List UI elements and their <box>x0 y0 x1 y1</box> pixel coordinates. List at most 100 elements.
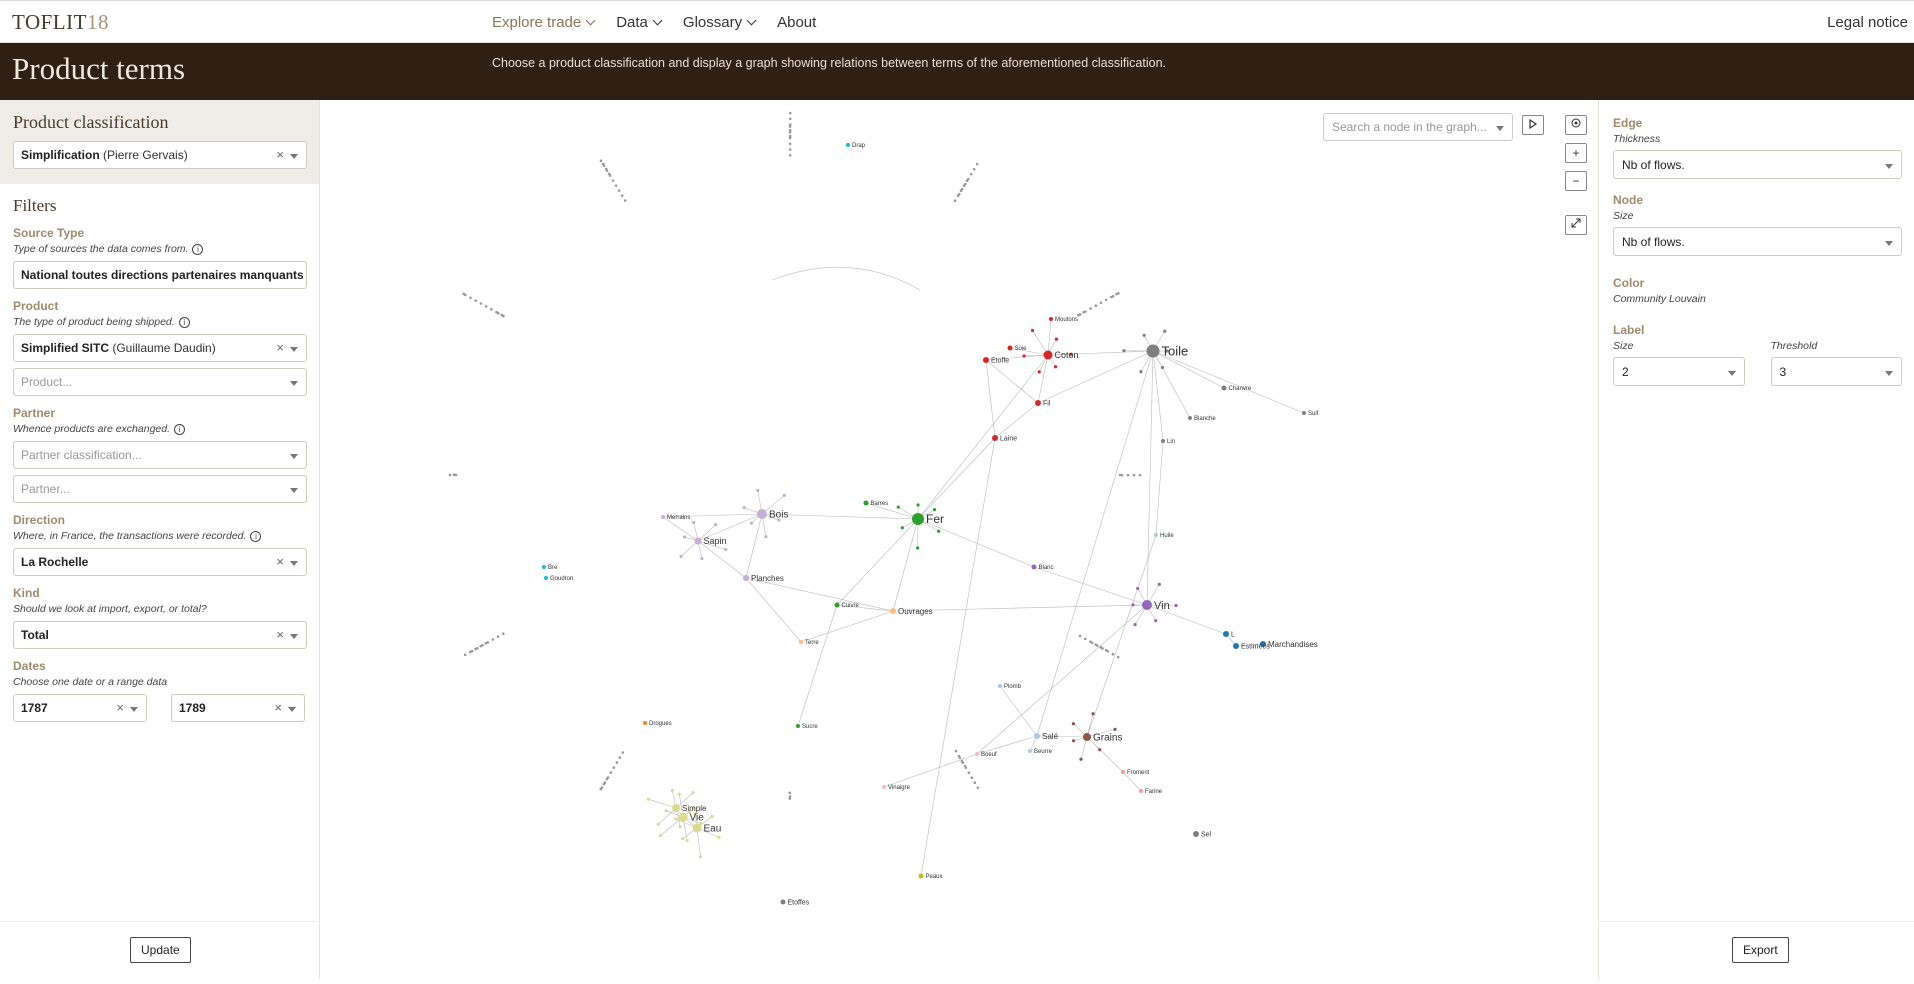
node-search-input[interactable]: Search a node in the graph... <box>1323 113 1513 141</box>
graph-node-minor[interactable] <box>961 761 964 764</box>
graph-node-minor[interactable] <box>954 199 957 202</box>
graph-node-minor[interactable] <box>965 766 968 769</box>
graph-node-satellite[interactable] <box>685 839 688 842</box>
graph-node-drap[interactable] <box>846 143 850 147</box>
graph-node-vinaigre[interactable] <box>882 785 886 789</box>
graph-node-satellite[interactable] <box>1143 334 1146 337</box>
nav-glossary[interactable]: Glossary <box>683 14 755 31</box>
caret-down-icon[interactable] <box>290 154 298 159</box>
fullscreen-icon[interactable] <box>1565 215 1587 235</box>
caret-down-icon[interactable] <box>1496 126 1504 131</box>
graph-node-minor[interactable] <box>958 757 961 760</box>
clear-icon[interactable]: × <box>276 627 284 642</box>
graph-node-minor[interactable] <box>621 194 624 197</box>
graph-node-minor[interactable] <box>474 299 477 302</box>
graph-node-satellite[interactable] <box>699 855 702 858</box>
graph-node-minor[interactable] <box>622 751 625 754</box>
graph-node-satellite[interactable] <box>681 837 684 840</box>
graph-node-lin[interactable] <box>1161 439 1165 443</box>
graph-node-satellite[interactable] <box>1154 619 1157 622</box>
zoom-out-icon[interactable]: − <box>1565 171 1587 191</box>
graph-node-toile[interactable] <box>1147 345 1160 358</box>
graph-node-minor[interactable] <box>788 791 791 794</box>
graph-node-peaux[interactable] <box>919 874 924 879</box>
graph-node-minor[interactable] <box>602 783 605 786</box>
graph-node-minor[interactable] <box>1106 650 1109 653</box>
graph-node-minor[interactable] <box>1127 474 1130 477</box>
nav-about[interactable]: About <box>777 14 816 31</box>
update-button[interactable]: Update <box>130 937 191 963</box>
product-select[interactable]: Product... <box>13 368 307 396</box>
graph-node-satellite[interactable] <box>1091 712 1094 715</box>
graph-node-minor[interactable] <box>485 305 488 308</box>
graph-node-satellite[interactable] <box>1131 603 1134 606</box>
graph-node-planches[interactable] <box>743 575 749 581</box>
caret-down-icon[interactable] <box>1885 371 1893 376</box>
graph-node-minor[interactable] <box>789 143 792 146</box>
graph-node-satellite[interactable] <box>657 823 660 826</box>
graph-node-satellite[interactable] <box>1054 365 1057 368</box>
graph-node-satellite[interactable] <box>750 522 753 525</box>
graph-node-sucre[interactable] <box>796 724 800 728</box>
graph-node-suif[interactable] <box>1302 411 1306 415</box>
graph-node-minor[interactable] <box>1100 302 1103 305</box>
graph-node-satellite[interactable] <box>1163 330 1166 333</box>
caret-down-icon[interactable] <box>1885 164 1893 169</box>
graph-node-minor[interactable] <box>480 302 483 305</box>
graph-node-minor[interactable] <box>612 179 615 182</box>
graph-node-bois[interactable] <box>757 509 767 519</box>
graph-node-cuivre[interactable] <box>835 603 840 608</box>
export-button[interactable]: Export <box>1732 937 1789 963</box>
graph-node-satellite[interactable] <box>1174 604 1177 607</box>
caret-down-icon[interactable] <box>290 347 298 352</box>
graph-node-minor[interactable] <box>624 199 627 202</box>
caret-down-icon[interactable] <box>288 707 296 712</box>
graph-node-huile[interactable] <box>1154 533 1158 537</box>
graph-node-drogues[interactable] <box>643 721 647 725</box>
caret-down-icon[interactable] <box>290 381 298 386</box>
graph-node-minor[interactable] <box>1079 313 1082 316</box>
info-icon[interactable]: i <box>179 317 190 328</box>
graph-node-moutons[interactable] <box>1049 317 1053 321</box>
graph-node-satellite[interactable] <box>901 526 904 529</box>
caret-down-icon[interactable] <box>130 707 138 712</box>
partner-classification-select[interactable]: Partner classification... <box>13 441 307 469</box>
graph-node-satellite[interactable] <box>1136 587 1139 590</box>
nav-explore-trade[interactable]: Explore trade <box>492 14 594 31</box>
graph-node-minor[interactable] <box>1089 307 1092 310</box>
graph-node-satellite[interactable] <box>1122 349 1125 352</box>
product-classification-filter-select[interactable]: Simplified SITC (Guillaume Daudin) × <box>13 334 307 362</box>
graph-node-minor[interactable] <box>1117 656 1120 659</box>
graph-node-satellite[interactable] <box>678 793 681 796</box>
graph-node-minor[interactable] <box>615 184 618 187</box>
graph-node-minor[interactable] <box>479 645 482 648</box>
info-icon[interactable]: i <box>250 531 261 542</box>
graph-node-merrains[interactable] <box>661 515 665 519</box>
graph-node-minor[interactable] <box>1101 647 1104 650</box>
locate-icon[interactable] <box>1565 115 1587 135</box>
graph-node-minor[interactable] <box>469 651 472 654</box>
partner-select[interactable]: Partner... <box>13 475 307 503</box>
graph-node-satellite[interactable] <box>724 548 727 551</box>
graph-node-minor[interactable] <box>1112 653 1115 656</box>
graph-node-minor[interactable] <box>1112 295 1115 298</box>
graph-node-minor[interactable] <box>971 776 974 779</box>
graph-node-minor[interactable] <box>485 642 488 645</box>
caret-down-icon[interactable] <box>1885 241 1893 246</box>
graph-node-minor[interactable] <box>608 173 611 176</box>
logo[interactable]: TOFLIT18 <box>12 10 109 35</box>
graph-node-minor[interactable] <box>600 159 603 162</box>
graph-node-minor[interactable] <box>961 188 964 191</box>
graph-node-sapin[interactable] <box>695 538 702 545</box>
graph-node-satellite[interactable] <box>1055 337 1058 340</box>
graph-node-minor[interactable] <box>789 123 792 126</box>
graph-node-satellite[interactable] <box>1072 722 1075 725</box>
node-size-select[interactable]: Nb of flows. <box>1613 227 1902 256</box>
graph-node-satellite[interactable] <box>679 555 682 558</box>
graph-node-satellite[interactable] <box>1133 623 1136 626</box>
graph-node-satellite[interactable] <box>916 503 919 506</box>
graph-node-satellite[interactable] <box>714 523 717 526</box>
graph-node-sel[interactable] <box>1193 831 1199 837</box>
graph-node-satellite[interactable] <box>711 815 714 818</box>
graph-node-minor[interactable] <box>616 761 619 764</box>
